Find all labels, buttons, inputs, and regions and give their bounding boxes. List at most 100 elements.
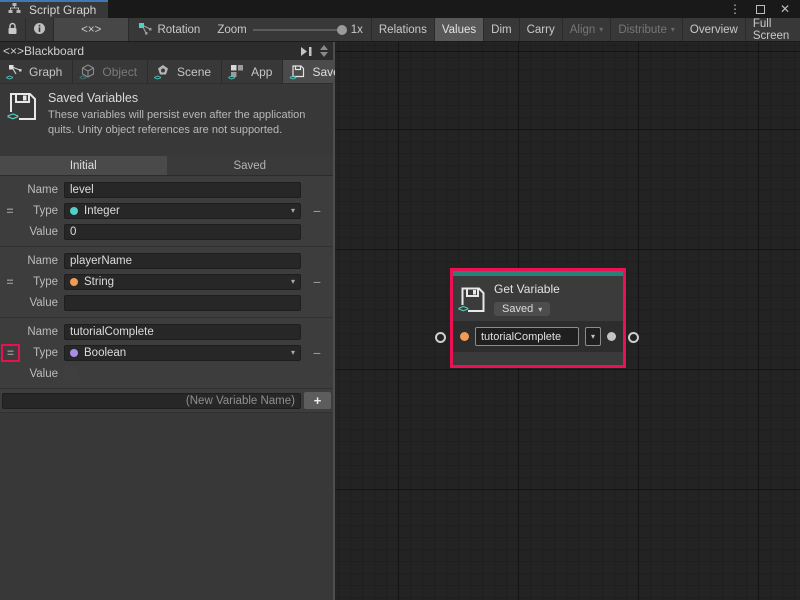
saved-variable-icon: <> [460,286,486,314]
zoom-slider-knob[interactable] [337,25,347,35]
align-button[interactable]: Align ▾ [562,18,611,41]
new-variable-name-input[interactable] [2,393,301,409]
node-footer [453,352,623,365]
tab-app-label: App [251,65,272,79]
lock-button[interactable] [0,18,26,41]
variable-value-input[interactable] [64,224,301,240]
variable-row-tutorialcomplete: Name = Type Boolean ▾ − [0,318,333,389]
dim-button[interactable]: Dim [483,18,518,41]
drag-handle-icon-highlighted[interactable]: = [1,344,20,362]
variable-name-input[interactable] [64,324,301,340]
variable-type-dropdown[interactable]: Integer ▾ [64,203,301,219]
info-description: These variables will persist even after … [48,108,326,138]
get-variable-node[interactable]: <> Get Variable Saved ▾ tutorialComplete [450,268,626,368]
graph-canvas[interactable]: <> Get Variable Saved ▾ tutorialComplete [335,42,800,600]
distribute-label: Distribute [618,24,667,36]
chevron-down-icon: ▾ [538,305,542,314]
node-header[interactable]: <> Get Variable Saved ▾ [453,276,623,321]
overview-button[interactable]: Overview [682,18,745,41]
output-port[interactable] [607,332,616,341]
tab-scene[interactable]: <> Scene [148,60,222,83]
type-value: String [84,276,114,288]
variable-type-dropdown[interactable]: String ▾ [64,274,301,290]
rotation-control[interactable]: Rotation [129,18,209,41]
close-icon[interactable]: ✕ [780,3,790,15]
value-label: Value [20,368,64,380]
maximize-icon[interactable] [756,5,765,14]
tab-initial[interactable]: Initial [0,156,167,176]
input-port[interactable] [460,332,469,341]
remove-variable-button[interactable]: − [301,346,333,360]
distribute-button[interactable]: Distribute ▾ [610,18,682,41]
drag-handle-icon[interactable]: = [0,273,20,291]
tab-saved-values[interactable]: Saved [167,156,334,176]
node-right-port-ring[interactable] [628,332,639,343]
name-label: Name [20,326,64,338]
variable-scope-dropdown[interactable]: Saved ▾ [494,302,550,316]
tab-app[interactable]: <> App [222,60,283,83]
type-value: Boolean [84,347,126,359]
type-label: Type [20,205,64,217]
zoom-control: Zoom 1x [209,18,371,41]
saved-variables-icon: <> [290,64,307,80]
tab-object[interactable]: <> Object [73,60,148,83]
script-graph-window: Script Graph ⋮ ✕ [0,0,800,600]
tab-graph-label: Graph [29,65,62,79]
variable-name-input[interactable] [64,182,301,198]
boolean-value-checkbox[interactable] [64,366,79,381]
saved-variables-info: <> Saved Variables These variables will … [0,84,333,156]
saved-variables-icon-large: <> [8,91,38,123]
variable-type-dropdown[interactable]: Boolean ▾ [64,345,301,361]
remove-variable-button[interactable]: − [301,204,333,218]
chevron-down-icon: ▾ [591,332,595,341]
tab-script-graph[interactable]: Script Graph [0,0,108,18]
variable-name-input[interactable] [64,253,301,269]
info-title: Saved Variables [48,91,326,105]
rotation-label: Rotation [157,24,200,36]
info-icon [33,22,46,38]
full-screen-button[interactable]: Full Screen [745,18,800,41]
rotation-icon [138,22,152,38]
dock-icon[interactable] [300,46,313,57]
drag-handle-icon[interactable]: = [0,202,20,220]
values-button[interactable]: Values [434,18,483,41]
variable-value-input[interactable] [64,295,301,311]
variables-toggle-button[interactable]: <×> [54,18,129,41]
name-label: Name [20,255,64,267]
variable-row-level: Name = Type Integer ▾ − [0,176,333,247]
window-controls: ⋮ ✕ [729,0,800,18]
scope-value: Saved [502,303,533,315]
align-label: Align [570,24,596,36]
chevron-down-icon: ▾ [291,277,295,286]
carry-button[interactable]: Carry [519,18,562,41]
type-color-dot [70,278,78,286]
window-tab-strip: Script Graph ⋮ ✕ [0,0,800,18]
zoom-slider[interactable] [253,29,345,31]
new-variable-row: + [0,389,333,413]
inspect-button[interactable] [26,18,54,41]
hierarchy-icon [7,2,24,18]
chevron-down-icon: ▾ [671,25,675,34]
add-variable-button[interactable]: + [304,392,331,409]
node-ports-row: tutorialComplete ▾ [453,321,623,352]
menu-icon[interactable]: ⋮ [729,3,741,15]
blackboard-title: Blackboard [24,44,84,58]
tab-graph[interactable]: <> Graph [0,60,73,83]
value-label: Value [20,226,64,238]
app-variables-icon: <> [229,64,246,80]
scroll-down-icon[interactable] [320,52,328,57]
graph-toolbar: <×> Rotation Zoom 1x Relations Values Di [0,18,800,42]
remove-variable-button[interactable]: − [301,275,333,289]
scene-variables-icon: <> [155,64,172,80]
node-title: Get Variable [494,282,560,296]
node-left-port-ring[interactable] [435,332,446,343]
object-variables-icon: <> [80,64,97,80]
scroll-up-icon[interactable] [320,45,328,50]
type-label: Type [20,347,64,359]
relations-button[interactable]: Relations [371,18,434,41]
scroll-arrows[interactable] [320,45,328,57]
variable-list: Name = Type Integer ▾ − [0,176,333,413]
variable-name-field[interactable]: tutorialComplete [475,327,579,346]
type-color-dot [70,349,78,357]
variable-dropdown-button[interactable]: ▾ [585,327,601,346]
